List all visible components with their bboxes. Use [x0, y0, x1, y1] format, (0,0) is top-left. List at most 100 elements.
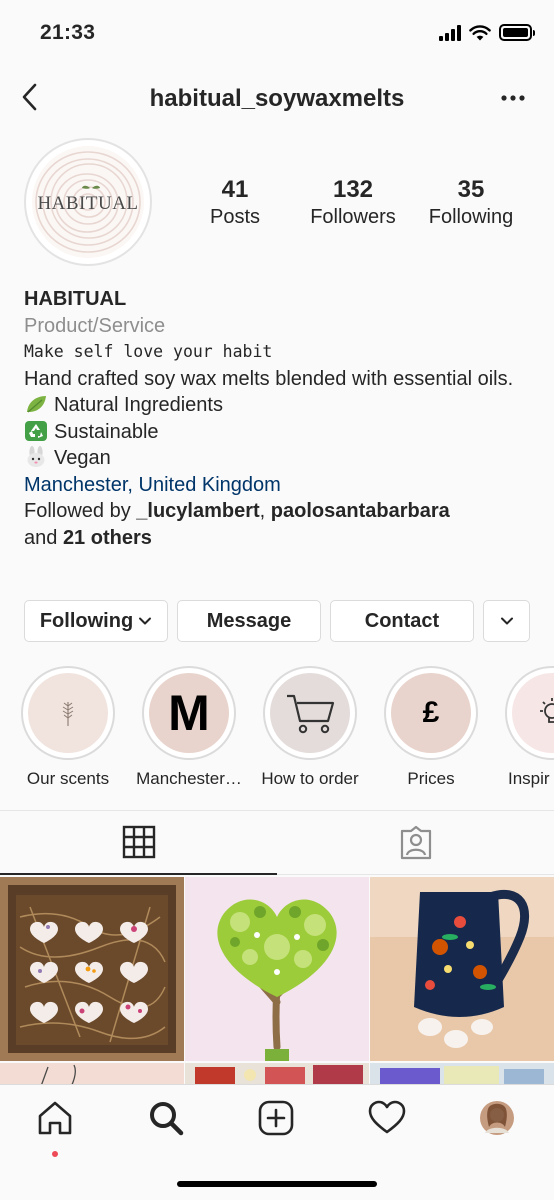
tab-posts-grid[interactable] [0, 811, 277, 875]
post-thumbnail[interactable] [0, 877, 184, 1061]
tab-search[interactable] [136, 1099, 196, 1149]
stat-posts[interactable]: 41 Posts [176, 176, 294, 229]
followed-by-separator: , [259, 500, 271, 522]
profile-bio: HABITUAL Product/Service Make self love … [24, 286, 534, 551]
avatar-brand-text: HABITUAL [37, 193, 139, 214]
search-icon [150, 1102, 184, 1136]
highlight-prices[interactable]: £ Prices [371, 666, 491, 789]
profile-avatar[interactable]: HABITUAL [24, 138, 152, 266]
home-indicator [177, 1181, 377, 1187]
painted-jug-image [370, 877, 554, 1061]
nav-bar: habitual_soywaxmelts [0, 70, 554, 126]
highlight-cover-glyph: £ [391, 673, 471, 753]
tab-tagged[interactable] [277, 811, 554, 875]
cellular-signal-icon [439, 24, 461, 41]
stat-followers-count: 132 [332, 176, 374, 203]
highlight-label: Manchester… [136, 769, 242, 788]
suggested-accounts-button[interactable] [483, 600, 530, 642]
highlight-ring [21, 666, 115, 760]
tab-home[interactable] [25, 1099, 85, 1157]
new-post-icon [258, 1100, 294, 1136]
feature-line: Natural Ingredients [24, 392, 534, 419]
status-bar: 21:33 [0, 0, 554, 64]
followed-by-prefix: Followed by [24, 500, 137, 522]
home-icon [38, 1101, 72, 1135]
profile-avatar-icon [480, 1101, 514, 1135]
highlight-our-scents[interactable]: Our scents [8, 666, 128, 789]
post-thumbnail[interactable] [370, 877, 554, 1061]
more-options-icon[interactable] [500, 88, 526, 108]
highlight-cover [28, 673, 108, 753]
highlight-label: Inspir [508, 769, 550, 788]
posts-grid [0, 877, 554, 1087]
highlight-ring: £ [384, 666, 478, 760]
profile-stats: 41 Posts 132 Followers 35 Following [176, 176, 530, 229]
story-highlights: Our scents M Manchester… How to order £ … [0, 666, 554, 796]
grid-icon [122, 825, 155, 859]
status-time: 21:33 [40, 21, 96, 44]
highlight-label: Our scents [26, 769, 110, 788]
sprig-icon [62, 702, 74, 726]
avatar-image: HABITUAL [32, 146, 144, 258]
profile-name: HABITUAL [24, 288, 127, 310]
profile-description: Hand crafted soy wax melts blended with … [24, 367, 514, 390]
post-thumbnail[interactable] [185, 877, 369, 1061]
feature-line: Sustainable [24, 419, 534, 446]
stat-following-count: 35 [457, 176, 485, 203]
feature-text: Vegan [54, 447, 111, 469]
feature-text: Natural Ingredients [54, 394, 223, 416]
tagged-person-icon [400, 825, 431, 859]
status-icons [439, 24, 535, 41]
followed-by-user[interactable]: paolosantabarbara [271, 500, 450, 522]
stat-following-label: Following [428, 206, 514, 228]
wax-melts-box-image [0, 877, 184, 1061]
message-button[interactable]: Message [177, 600, 321, 642]
heart-icon [368, 1100, 406, 1134]
followed-by-others-line[interactable]: and 21 others [24, 525, 534, 552]
rabbit-emoji-icon [27, 446, 45, 467]
highlight-cover [270, 673, 350, 753]
highlight-inspiration[interactable]: Inspir [492, 666, 554, 789]
lightbulb-icon [540, 698, 554, 723]
tab-profile[interactable] [467, 1099, 527, 1149]
following-button[interactable]: Following [24, 600, 168, 642]
profile-location-link[interactable]: Manchester, United Kingdom [24, 472, 534, 499]
shopping-cart-icon [287, 694, 335, 734]
tab-create[interactable] [246, 1099, 306, 1149]
following-button-label: Following [39, 609, 134, 632]
stat-posts-count: 41 [221, 176, 249, 203]
recycle-emoji-icon [25, 420, 47, 441]
contact-button[interactable]: Contact [330, 600, 474, 642]
highlight-manchester[interactable]: M Manchester… [129, 666, 249, 789]
profile-tagline: Make self love your habit [24, 342, 273, 361]
feature-line: Vegan [24, 445, 534, 472]
followed-by-and: and [24, 526, 63, 549]
profile-username: habitual_soywaxmelts [149, 85, 405, 112]
followed-by-others[interactable]: 21 others [63, 527, 152, 549]
highlight-label: Prices [407, 769, 455, 788]
notification-dot [52, 1151, 58, 1157]
stat-following[interactable]: 35 Following [412, 176, 530, 229]
highlight-how-to-order[interactable]: How to order [250, 666, 370, 789]
chevron-down-icon [500, 617, 513, 625]
battery-icon [499, 24, 535, 41]
highlight-ring [263, 666, 357, 760]
followed-by-line[interactable]: Followed by _lucylambert, paolosantabarb… [24, 498, 534, 525]
stat-followers-label: Followers [310, 206, 396, 228]
stat-posts-label: Posts [209, 206, 261, 228]
leaf-emoji-icon [27, 396, 46, 413]
profile-actions: Following Message Contact [24, 600, 530, 642]
stat-followers[interactable]: 132 Followers [294, 176, 412, 229]
highlight-label: How to order [261, 769, 359, 788]
highlight-cover-glyph: M [149, 673, 229, 753]
profile-category: Product/Service [24, 314, 166, 337]
heart-tree-image [185, 877, 369, 1061]
feature-text: Sustainable [54, 420, 159, 443]
wifi-icon [469, 25, 491, 41]
followed-by-user[interactable]: _lucylambert [136, 500, 259, 522]
chevron-down-icon [139, 617, 152, 625]
tab-activity[interactable] [357, 1099, 417, 1149]
highlight-ring [505, 666, 554, 760]
highlight-ring: M [142, 666, 236, 760]
highlight-cover [512, 673, 554, 753]
